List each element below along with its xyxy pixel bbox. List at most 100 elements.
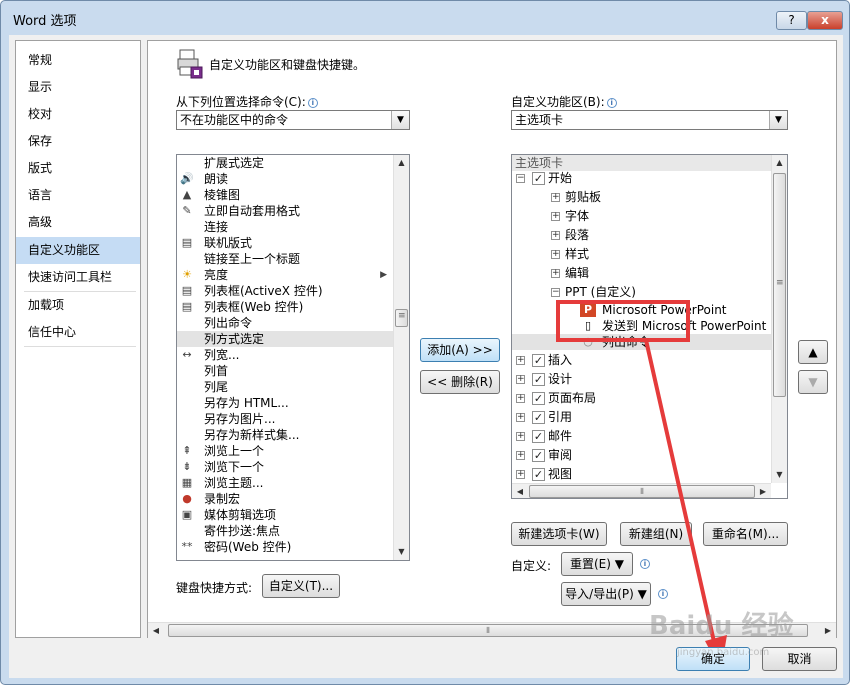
- tree-node[interactable]: + 字体: [512, 207, 772, 226]
- add-button[interactable]: 添加(A) >>: [420, 338, 500, 362]
- command-item[interactable]: 列尾: [177, 379, 409, 395]
- nav-item-5[interactable]: 语言: [16, 182, 140, 209]
- title-bar: Word 选项 ? x: [1, 1, 849, 37]
- nav-item-0[interactable]: 常规: [16, 47, 140, 74]
- expand-icon[interactable]: +: [516, 356, 525, 365]
- move-down-button[interactable]: ▼: [798, 370, 828, 394]
- tree-node[interactable]: + 编辑: [512, 264, 772, 283]
- close-button[interactable]: x: [807, 11, 843, 30]
- command-item[interactable]: 另存为图片...: [177, 411, 409, 427]
- command-item[interactable]: 寄件抄送:焦点: [177, 523, 409, 539]
- nav-item-1[interactable]: 显示: [16, 74, 140, 101]
- nav-item-3[interactable]: 保存: [16, 128, 140, 155]
- scroll-right-icon[interactable]: ▶: [755, 484, 771, 498]
- tab-checkbox[interactable]: ✓: [532, 468, 545, 481]
- chevron-down-icon[interactable]: ▼: [769, 111, 787, 129]
- command-item[interactable]: 列方式选定: [177, 331, 409, 347]
- expand-icon[interactable]: +: [551, 231, 560, 240]
- command-item[interactable]: ⇞ 浏览上一个: [177, 443, 409, 459]
- expand-icon[interactable]: +: [516, 451, 525, 460]
- scroll-right-icon[interactable]: ▶: [820, 623, 836, 638]
- tree-node[interactable]: − ✓ 开始: [512, 169, 772, 188]
- command-item[interactable]: ▤ 列表框(Web 控件): [177, 299, 409, 315]
- command-item[interactable]: ** 密码(Web 控件): [177, 539, 409, 555]
- ribbon-tree-vscroll[interactable]: ▲ ≡ ▼: [771, 155, 787, 483]
- nav-item-2[interactable]: 校对: [16, 101, 140, 128]
- watermark-url: jingyan.baidu.com: [677, 647, 770, 658]
- nav-item-10[interactable]: 信任中心: [16, 319, 140, 346]
- nav-item-7[interactable]: 自定义功能区: [16, 237, 140, 264]
- expand-icon[interactable]: +: [551, 193, 560, 202]
- commands-list-scrollbar[interactable]: ▲ ≡ ▼: [393, 155, 409, 560]
- command-item[interactable]: ☀ 亮度 ▶: [177, 267, 409, 283]
- tab-checkbox[interactable]: ✓: [532, 449, 545, 462]
- scroll-thumb[interactable]: ≡: [773, 173, 786, 397]
- commands-list[interactable]: 扩展式选定 🔊 朗读 ▲ 棱锥图 ✎ 立即自动套用格式 连接 ▤ 联机版式 链接至上一个标题 ☀ 亮度 ▶…: [176, 154, 410, 561]
- command-item[interactable]: ▲ 棱锥图: [177, 187, 409, 203]
- scroll-thumb[interactable]: ≡: [395, 309, 408, 327]
- tab-checkbox[interactable]: ✓: [532, 411, 545, 424]
- nav-item-6[interactable]: 高级: [16, 209, 140, 236]
- customize-keyboard-button[interactable]: 自定义(T)...: [262, 574, 340, 598]
- command-item[interactable]: 列首: [177, 363, 409, 379]
- tree-node[interactable]: + 样式: [512, 245, 772, 264]
- new-tab-button[interactable]: 新建选项卡(W): [511, 522, 607, 546]
- customize-ribbon-combo[interactable]: 主选项卡 ▼: [511, 110, 788, 130]
- command-item[interactable]: 🔊 朗读: [177, 171, 409, 187]
- move-up-button[interactable]: ▲: [798, 340, 828, 364]
- command-item[interactable]: ▣ 媒体剪辑选项: [177, 507, 409, 523]
- expand-icon[interactable]: +: [516, 470, 525, 479]
- command-item[interactable]: 连接: [177, 219, 409, 235]
- grip-icon: ≡: [776, 278, 784, 288]
- command-item[interactable]: 链接至上一个标题: [177, 251, 409, 267]
- scroll-down-icon[interactable]: ▼: [772, 467, 787, 483]
- tree-node[interactable]: + 剪贴板: [512, 188, 772, 207]
- tab-checkbox[interactable]: ✓: [532, 172, 545, 185]
- expand-icon[interactable]: +: [551, 269, 560, 278]
- command-label: 立即自动套用格式: [204, 204, 301, 218]
- command-item[interactable]: ▤ 列表框(ActiveX 控件): [177, 283, 409, 299]
- collapse-icon[interactable]: −: [551, 288, 560, 297]
- choose-commands-combo[interactable]: 不在功能区中的命令 ▼: [176, 110, 410, 130]
- command-label: 浏览下一个: [204, 460, 265, 474]
- expand-icon[interactable]: +: [516, 413, 525, 422]
- scroll-left-icon[interactable]: ◀: [148, 623, 164, 638]
- scroll-up-icon[interactable]: ▲: [772, 155, 787, 171]
- expand-icon[interactable]: +: [516, 394, 525, 403]
- expand-icon[interactable]: +: [551, 212, 560, 221]
- command-item[interactable]: ⇟ 浏览下一个: [177, 459, 409, 475]
- submenu-arrow-icon: ▶: [380, 270, 387, 280]
- command-item[interactable]: ● 录制宏: [177, 491, 409, 507]
- browse-next-icon: ⇟: [182, 460, 192, 473]
- reset-button[interactable]: 重置(E) ▼: [561, 552, 633, 576]
- command-item[interactable]: 另存为新样式集...: [177, 427, 409, 443]
- scroll-up-icon[interactable]: ▲: [394, 155, 409, 171]
- command-item[interactable]: 列出命令: [177, 315, 409, 331]
- tab-checkbox[interactable]: ✓: [532, 354, 545, 367]
- command-item[interactable]: 扩展式选定: [177, 155, 409, 171]
- expand-icon[interactable]: +: [516, 375, 525, 384]
- command-item[interactable]: ↔ 列宽...: [177, 347, 409, 363]
- tab-checkbox[interactable]: ✓: [532, 392, 545, 405]
- scroll-left-icon[interactable]: ◀: [512, 484, 528, 498]
- nav-item-8[interactable]: 快速访问工具栏: [16, 264, 140, 291]
- chevron-down-icon[interactable]: ▼: [391, 111, 409, 129]
- tab-checkbox[interactable]: ✓: [532, 373, 545, 386]
- choose-commands-value: 不在功能区中的命令: [180, 113, 289, 127]
- command-item[interactable]: 另存为 HTML...: [177, 395, 409, 411]
- nav-item-9[interactable]: 加载项: [16, 292, 140, 319]
- tree-node[interactable]: + 段落: [512, 226, 772, 245]
- tab-checkbox[interactable]: ✓: [532, 430, 545, 443]
- command-item[interactable]: ▤ 联机版式: [177, 235, 409, 251]
- command-item[interactable]: ✎ 立即自动套用格式: [177, 203, 409, 219]
- category-nav: 常规 显示 校对 保存 版式 语言 高级 自定义功能区 快速访问工具栏 加载项 信任中心: [15, 40, 141, 638]
- scroll-down-icon[interactable]: ▼: [394, 544, 409, 560]
- remove-button[interactable]: << 删除(R): [420, 370, 500, 394]
- collapse-icon[interactable]: −: [516, 174, 525, 183]
- cancel-button[interactable]: 取消: [762, 647, 837, 671]
- expand-icon[interactable]: +: [551, 250, 560, 259]
- command-item[interactable]: ▦ 浏览主题...: [177, 475, 409, 491]
- expand-icon[interactable]: +: [516, 432, 525, 441]
- help-button[interactable]: ?: [776, 11, 807, 30]
- nav-item-4[interactable]: 版式: [16, 155, 140, 182]
